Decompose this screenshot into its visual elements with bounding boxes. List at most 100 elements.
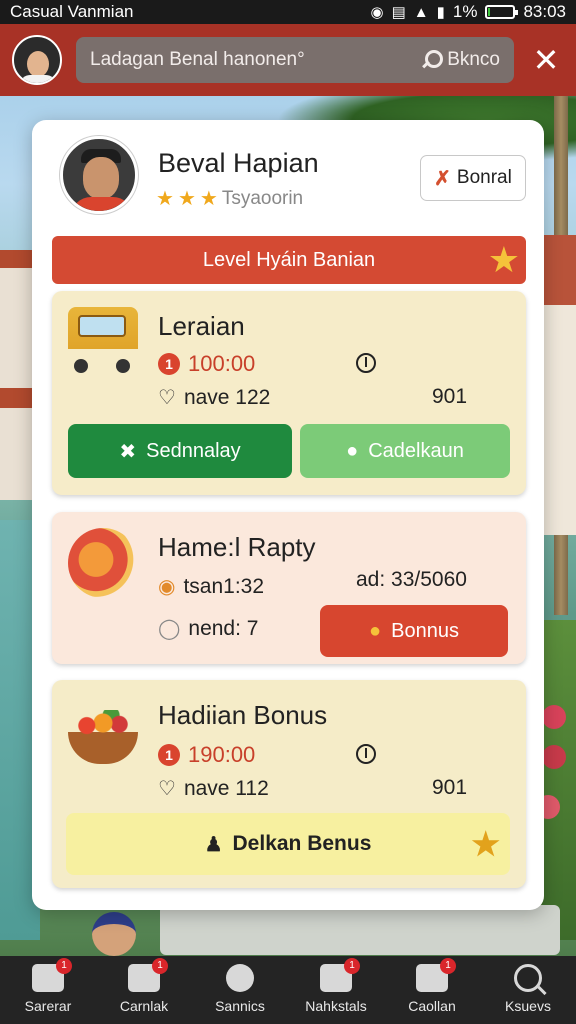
offer-stat-value: 901	[432, 385, 468, 408]
claim-bonus-button[interactable]: ♟ Delkan Benus ★	[66, 813, 510, 875]
offer-stat-row: ♡ nave 112	[158, 776, 269, 801]
offer-panel: Hame:l Rapty ◉ tsan1:32 ad: 33/5060 ◯ ne…	[52, 512, 526, 664]
star-icon: ★	[156, 188, 174, 210]
nav-label: Caollan	[408, 998, 456, 1014]
rank-label: Tsyaoorin	[221, 187, 304, 209]
coins-icon: ●	[346, 439, 359, 462]
search-button[interactable]: Bknco	[421, 49, 500, 71]
clock: 83:03	[523, 2, 566, 21]
truck-icon	[68, 307, 138, 377]
secondary-action-button[interactable]: ● Cadelkaun	[300, 424, 510, 478]
close-button[interactable]: ✕	[528, 42, 564, 78]
battery-icon	[485, 5, 519, 19]
bonus-action-label: Bonnus	[391, 619, 459, 642]
offer-panel: Leraian 1 100:00 ♡ nave 122 901 ✖ Sednna…	[52, 291, 526, 495]
flowers	[542, 705, 566, 729]
offer-price-row: 1 100:00	[158, 351, 255, 377]
notification-badge: 1	[344, 958, 360, 974]
nfc-icon: ▤	[391, 4, 406, 21]
offer-stat-row: ♡ nave 122	[158, 385, 270, 410]
level-banner-label: Level Hyáin Banian	[202, 248, 376, 271]
notification-badge: 1	[56, 958, 72, 974]
wrench-icon: ✗	[434, 167, 451, 190]
nav-label: Ksuevs	[505, 998, 551, 1014]
nav-item-nahkstals[interactable]: 1 Nahkstals	[288, 956, 384, 1024]
offer-price-row: 1 190:00	[158, 742, 255, 768]
search-query: Ladagan Benal hanonen°	[90, 49, 305, 70]
heart-icon: ♡	[158, 778, 176, 800]
claim-bonus-label: Delkan Benus	[232, 832, 372, 855]
bottom-navigation: 1 Sarerar 1 Carnlak Sannics 1 Nahkstals …	[0, 956, 576, 1024]
level-banner[interactable]: Level Hyáin Banian ★	[52, 236, 526, 284]
battery-percent: 1%	[452, 2, 478, 21]
timer-row	[356, 353, 376, 373]
status-icons: ◉ ▤ ▲ ▮ 1% 83:03	[370, 2, 566, 22]
pot-icon: ◯	[158, 618, 181, 640]
offer-title: Hadiian Bonus	[158, 700, 328, 730]
player-portrait	[60, 136, 138, 214]
house-right	[540, 235, 576, 535]
shop-icon: 1	[320, 958, 360, 992]
vibrate-icon: ◉	[370, 4, 384, 21]
portrait-face	[83, 157, 119, 199]
signal-icon: ▮	[436, 4, 445, 21]
avatar-shirt	[20, 75, 56, 83]
fruit-icon: ●	[369, 619, 382, 642]
count-badge: 1	[158, 353, 180, 375]
offer-stat-value: 901	[432, 776, 468, 799]
nav-item-sarerar[interactable]: 1 Sarerar	[0, 956, 96, 1024]
player-rank: ★ ★ ★ Tsyaoorin	[156, 186, 303, 211]
primary-action-button[interactable]: ✖ Sednnalay	[68, 424, 292, 478]
offer-price: 100:00	[188, 351, 256, 376]
star-icon: ★	[177, 188, 196, 210]
nav-label: Nahkstals	[305, 998, 367, 1014]
bonus-action-button[interactable]: ● Bonnus	[320, 605, 508, 657]
offer-stat-label: nave 122	[183, 385, 271, 409]
home-icon: 1	[32, 958, 72, 992]
timer-icon	[356, 353, 376, 373]
timer-icon	[356, 744, 376, 764]
timer-row	[356, 744, 376, 764]
person-icon: ♟	[204, 833, 223, 856]
cards-icon: 1	[128, 958, 168, 992]
nav-item-sannics[interactable]: Sannics	[192, 956, 288, 1024]
offer-detail-row: ◯ nend: 7	[158, 616, 258, 641]
nav-item-carnlak[interactable]: 1 Carnlak	[96, 956, 192, 1024]
secondary-action-label: Cadelkaun	[368, 439, 464, 462]
bonus-card: Beval Hapian ★ ★ ★ Tsyaoorin ✗ Bonral Le…	[32, 120, 544, 910]
avatar-face	[27, 51, 49, 77]
star-icon: ★	[199, 188, 218, 210]
cake-icon: ◉	[158, 576, 176, 598]
battery-fill	[488, 8, 491, 16]
bonus-button-label: Bonral	[456, 167, 512, 188]
primary-action-label: Sednnalay	[146, 439, 241, 462]
mascot-avatar	[92, 912, 136, 956]
carrier-label: Casual Vanmian	[10, 2, 134, 21]
offer-stat-value-row: 901	[432, 385, 467, 409]
search-icon	[421, 50, 444, 70]
nav-item-ksuevs[interactable]: Ksuevs	[480, 956, 576, 1024]
bonus-button[interactable]: ✗ Bonral	[420, 155, 526, 201]
count-badge: 1	[158, 744, 180, 766]
notification-badge: 1	[152, 958, 168, 974]
offer-side-row: ad: 33/5060	[356, 568, 467, 592]
offer-title: Hame:l Rapty	[158, 532, 316, 562]
ball-icon	[226, 964, 254, 992]
store-icon: 1	[416, 958, 456, 992]
search-icon	[514, 964, 542, 992]
nav-label: Sarerar	[24, 998, 72, 1014]
offer-panel: Hadiian Bonus 1 190:00 ♡ nave 112 901 ♟ …	[52, 680, 526, 888]
tools-icon: ✖	[119, 440, 137, 463]
search-button-label: Bknco	[447, 49, 500, 70]
status-bar: Casual Vanmian ◉ ▤ ▲ ▮ 1% 83:03	[0, 0, 576, 24]
fruit-icon	[68, 528, 138, 598]
offer-detail-1: tsan1:32	[183, 574, 265, 598]
user-avatar[interactable]	[12, 35, 62, 85]
offer-stat-value-row: 901	[432, 776, 467, 800]
search-input[interactable]: Ladagan Benal hanonen° Bknco	[76, 37, 514, 83]
offer-side-value: ad: 33/5060	[356, 568, 467, 591]
nav-item-caollan[interactable]: 1 Caollan	[384, 956, 480, 1024]
notification-badge: 1	[440, 958, 456, 974]
star-icon: ★	[471, 826, 500, 862]
nav-label: Sannics	[215, 998, 265, 1014]
